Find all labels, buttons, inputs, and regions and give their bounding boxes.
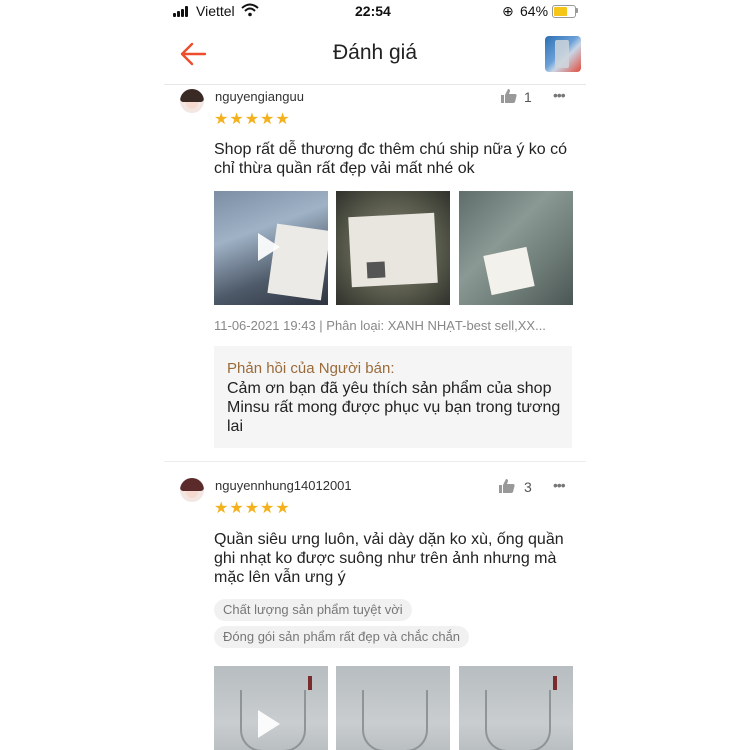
clock: 22:54 [355,3,391,19]
review-text: Quần siêu ưng luôn, vải dày dặn ko xù, ố… [214,531,564,586]
battery-tip [576,8,578,13]
thumbs-up-icon[interactable] [498,478,516,494]
seller-reply-text: Cảm ơn bạn đã yêu thích sản phẩm của sho… [227,380,561,435]
battery-percent: 64% [520,3,549,19]
wifi-icon [241,3,259,17]
header: Đánh giá [164,24,586,85]
review-photo[interactable] [336,666,450,750]
battery-icon [552,5,576,18]
page-title: Đánh giá [332,41,418,64]
review-photo[interactable] [336,191,450,305]
more-options-icon[interactable]: ••• [553,477,566,493]
carrier-name: Viettel [196,3,235,19]
review-username[interactable]: nguyengianguu [215,89,304,104]
review-tag: Chất lượng sản phẩm tuyệt vời [214,599,412,621]
like-count: 1 [524,89,532,105]
orientation-lock-icon: ⊕ [502,3,514,19]
review-photo[interactable] [459,666,573,750]
signal-icon [173,6,191,17]
status-bar: Viettel 22:54 ⊕ 64% [164,0,586,24]
like-count: 3 [524,479,532,495]
more-options-icon[interactable]: ••• [553,87,566,103]
play-icon [258,710,280,738]
review-text: Shop rất dễ thương đc thêm chú ship nữa … [214,141,567,177]
thumbs-up-icon[interactable] [500,88,518,104]
play-icon [258,233,280,261]
review-photo[interactable] [459,191,573,305]
review-tag: Đóng gói sản phẩm rất đẹp và chắc chắn [214,626,470,648]
star-rating: ★★★★★ [214,500,291,517]
review-video-thumbnail[interactable] [214,191,328,305]
avatar[interactable] [180,89,204,113]
seller-reply-title: Phản hồi của Người bán: [227,360,395,377]
seller-reply: Phản hồi của Người bán: Cảm ơn bạn đã yê… [214,346,572,448]
product-thumbnail[interactable] [545,36,581,72]
review-username[interactable]: nguyennhung14012001 [215,478,352,493]
avatar[interactable] [180,478,204,502]
review-meta: 11-06-2021 19:43 | Phân loại: XANH NHẠT-… [214,318,546,333]
divider [164,461,586,462]
review-video-thumbnail[interactable] [214,666,328,750]
phone-screen: Viettel 22:54 ⊕ 64% Đánh giá nguyengiang… [164,0,586,750]
star-rating: ★★★★★ [214,111,291,128]
